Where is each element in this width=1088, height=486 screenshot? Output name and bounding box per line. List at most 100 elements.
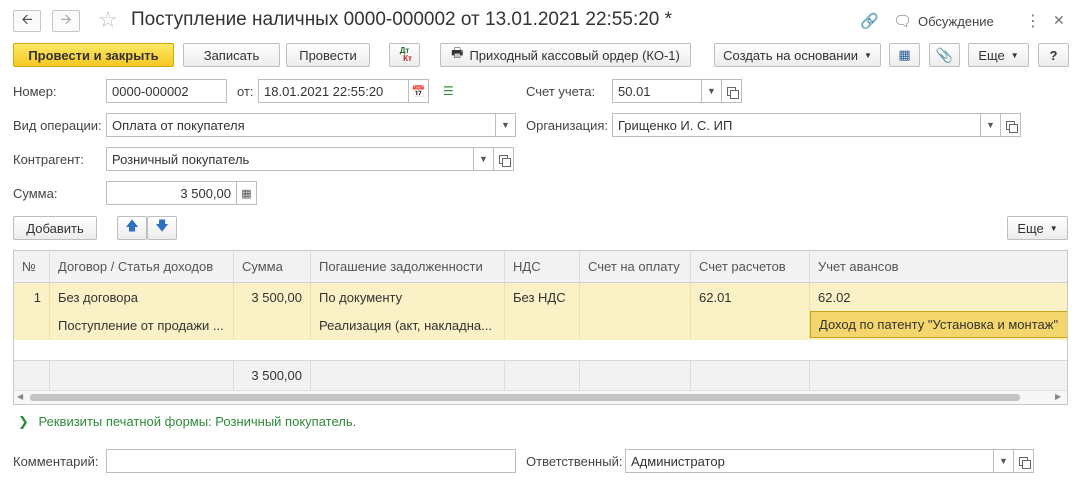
open-form-icon [727,86,739,99]
printer-icon: 🖶 [451,45,464,60]
cell-vat[interactable]: Без НДС [505,283,580,311]
col-header-number[interactable]: № [14,251,50,283]
col-header-settlement[interactable]: Счет расчетов [691,251,810,283]
dropdown-arrow-icon: ▼ [1049,223,1058,233]
account-label: Счет учета: [526,84,596,99]
move-down-button[interactable]: 🡇 [147,216,177,240]
more-vertical-icon[interactable]: ⋮ [1025,11,1041,31]
table-more-button[interactable]: Еще ▼ [1007,216,1068,240]
col-header-sum[interactable]: Сумма [234,251,311,283]
date-field[interactable]: 18.01.2021 22:55:20 [258,79,409,103]
forward-button[interactable]: 🡪 [52,10,80,32]
structure-icon: ▦ [898,47,911,62]
chevron-down-icon: ▼ [707,86,716,96]
cell-vat-sub [505,311,580,339]
calendar-button[interactable]: 📅 [409,79,429,103]
responsible-field[interactable]: Администратор [625,449,994,473]
discussion-icon[interactable]: 🗨 [893,12,912,30]
cell-advance-income-active[interactable]: Доход по патенту "Установка и монтаж" [810,311,1067,338]
organization-dropdown-button[interactable]: ▼ [981,113,1001,137]
cell-sum[interactable]: 3 500,00 [234,283,311,311]
cell-sum-sub [234,311,311,339]
back-button[interactable]: 🡨 [13,10,41,32]
chevron-down-icon: ▼ [999,456,1008,466]
cell-contract[interactable]: Без договора [50,283,234,311]
organization-field[interactable]: Грищенко И. С. ИП [612,113,981,137]
structure-button[interactable]: ▦ [889,43,920,67]
cell-number-sub [14,311,50,339]
col-header-repayment[interactable]: Погашение задолженности [311,251,505,283]
counterparty-dropdown-button[interactable]: ▼ [474,147,494,171]
calendar-icon: 📅 [411,85,426,98]
counterparty-label: Контрагент: [13,152,84,167]
number-label: Номер: [13,84,57,99]
cell-document[interactable]: Реализация (акт, накладна... [311,311,505,339]
post-button[interactable]: Провести [286,43,370,67]
chevron-down-icon: ▼ [479,154,488,164]
print-order-button[interactable]: 🖶 Приходный кассовый ордер (КО-1) [440,43,691,67]
date-label: от: [237,84,254,99]
col-header-vat[interactable]: НДС [505,251,580,283]
link-icon[interactable]: 🔗 [860,12,879,30]
cell-advance[interactable]: 62.02 [810,283,1067,311]
cell-number[interactable]: 1 [14,283,50,311]
dt-kt-button[interactable]: Дт Кт [389,43,420,67]
post-and-close-button[interactable]: Провести и закрыть [13,43,174,67]
move-up-button[interactable]: 🡅 [117,216,147,240]
col-header-contract[interactable]: Договор / Статья доходов [50,251,234,283]
account-field[interactable]: 50.01 [612,79,702,103]
more-button[interactable]: Еще ▼ [968,43,1029,67]
more-label: Еще [978,47,1005,63]
scrollbar-thumb[interactable] [30,394,1020,401]
organization-label: Организация: [526,118,609,133]
kt-label: Кт [403,54,412,63]
chevron-right-icon: ❯ [18,414,29,429]
payments-table: № Договор / Статья доходов Сумма Погашен… [13,250,1068,405]
account-dropdown-button[interactable]: ▼ [702,79,722,103]
cell-settlement-sub [691,311,810,339]
operation-field[interactable]: Оплата от покупателя [106,113,496,137]
attach-button[interactable]: 📎 [929,43,960,67]
create-based-on-button[interactable]: Создать на основании ▼ [714,43,881,67]
footer-cell [580,360,691,390]
arrow-left-icon: 🡨 [21,11,33,27]
arrow-right-icon: 🡪 [60,11,72,27]
cell-invoice[interactable] [580,283,691,311]
print-details-link[interactable]: ❯ Реквизиты печатной формы: Розничный по… [18,414,356,430]
sum-field[interactable]: 3 500,00 [106,181,237,205]
account-open-button[interactable] [722,79,742,103]
calculator-button[interactable]: ▦ [237,181,257,205]
favorite-star-icon[interactable]: ☆ [98,7,118,33]
scroll-right-icon[interactable]: ▶ [1055,392,1061,401]
save-button[interactable]: Записать [183,43,280,67]
comment-field[interactable] [106,449,516,473]
chevron-down-icon: ▼ [501,120,510,130]
close-icon[interactable]: ✕ [1053,12,1065,29]
check-list-icon[interactable]: ☰ [443,84,454,98]
comment-label: Комментарий: [13,454,99,469]
help-button[interactable]: ? [1038,43,1069,67]
col-header-invoice[interactable]: Счет на оплату [580,251,691,283]
add-row-button[interactable]: Добавить [13,216,97,240]
discussion-link[interactable]: Обсуждение [918,14,994,29]
cell-income-item[interactable]: Поступление от продажи ... [50,311,234,339]
responsible-dropdown-button[interactable]: ▼ [994,449,1014,473]
counterparty-open-button[interactable] [494,147,514,171]
table-more-label: Еще [1017,220,1044,236]
responsible-open-button[interactable] [1014,449,1034,473]
print-order-label: Приходный кассовый ордер (КО-1) [469,47,680,63]
footer-cell [311,360,505,390]
footer-cell [505,360,580,390]
organization-open-button[interactable] [1001,113,1021,137]
col-header-advance[interactable]: Учет авансов [810,251,1067,283]
operation-dropdown-button[interactable]: ▼ [496,113,516,137]
open-form-icon [499,154,511,167]
document-title: Поступление наличных 0000-000002 от 13.0… [131,9,673,30]
horizontal-scrollbar[interactable]: ◀ ▶ [14,390,1067,404]
footer-cell-contract [50,360,234,390]
scroll-left-icon[interactable]: ◀ [17,392,23,401]
number-field[interactable]: 0000-000002 [106,79,227,103]
cell-repayment[interactable]: По документу [311,283,505,311]
cell-settlement[interactable]: 62.01 [691,283,810,311]
counterparty-field[interactable]: Розничный покупатель [106,147,474,171]
